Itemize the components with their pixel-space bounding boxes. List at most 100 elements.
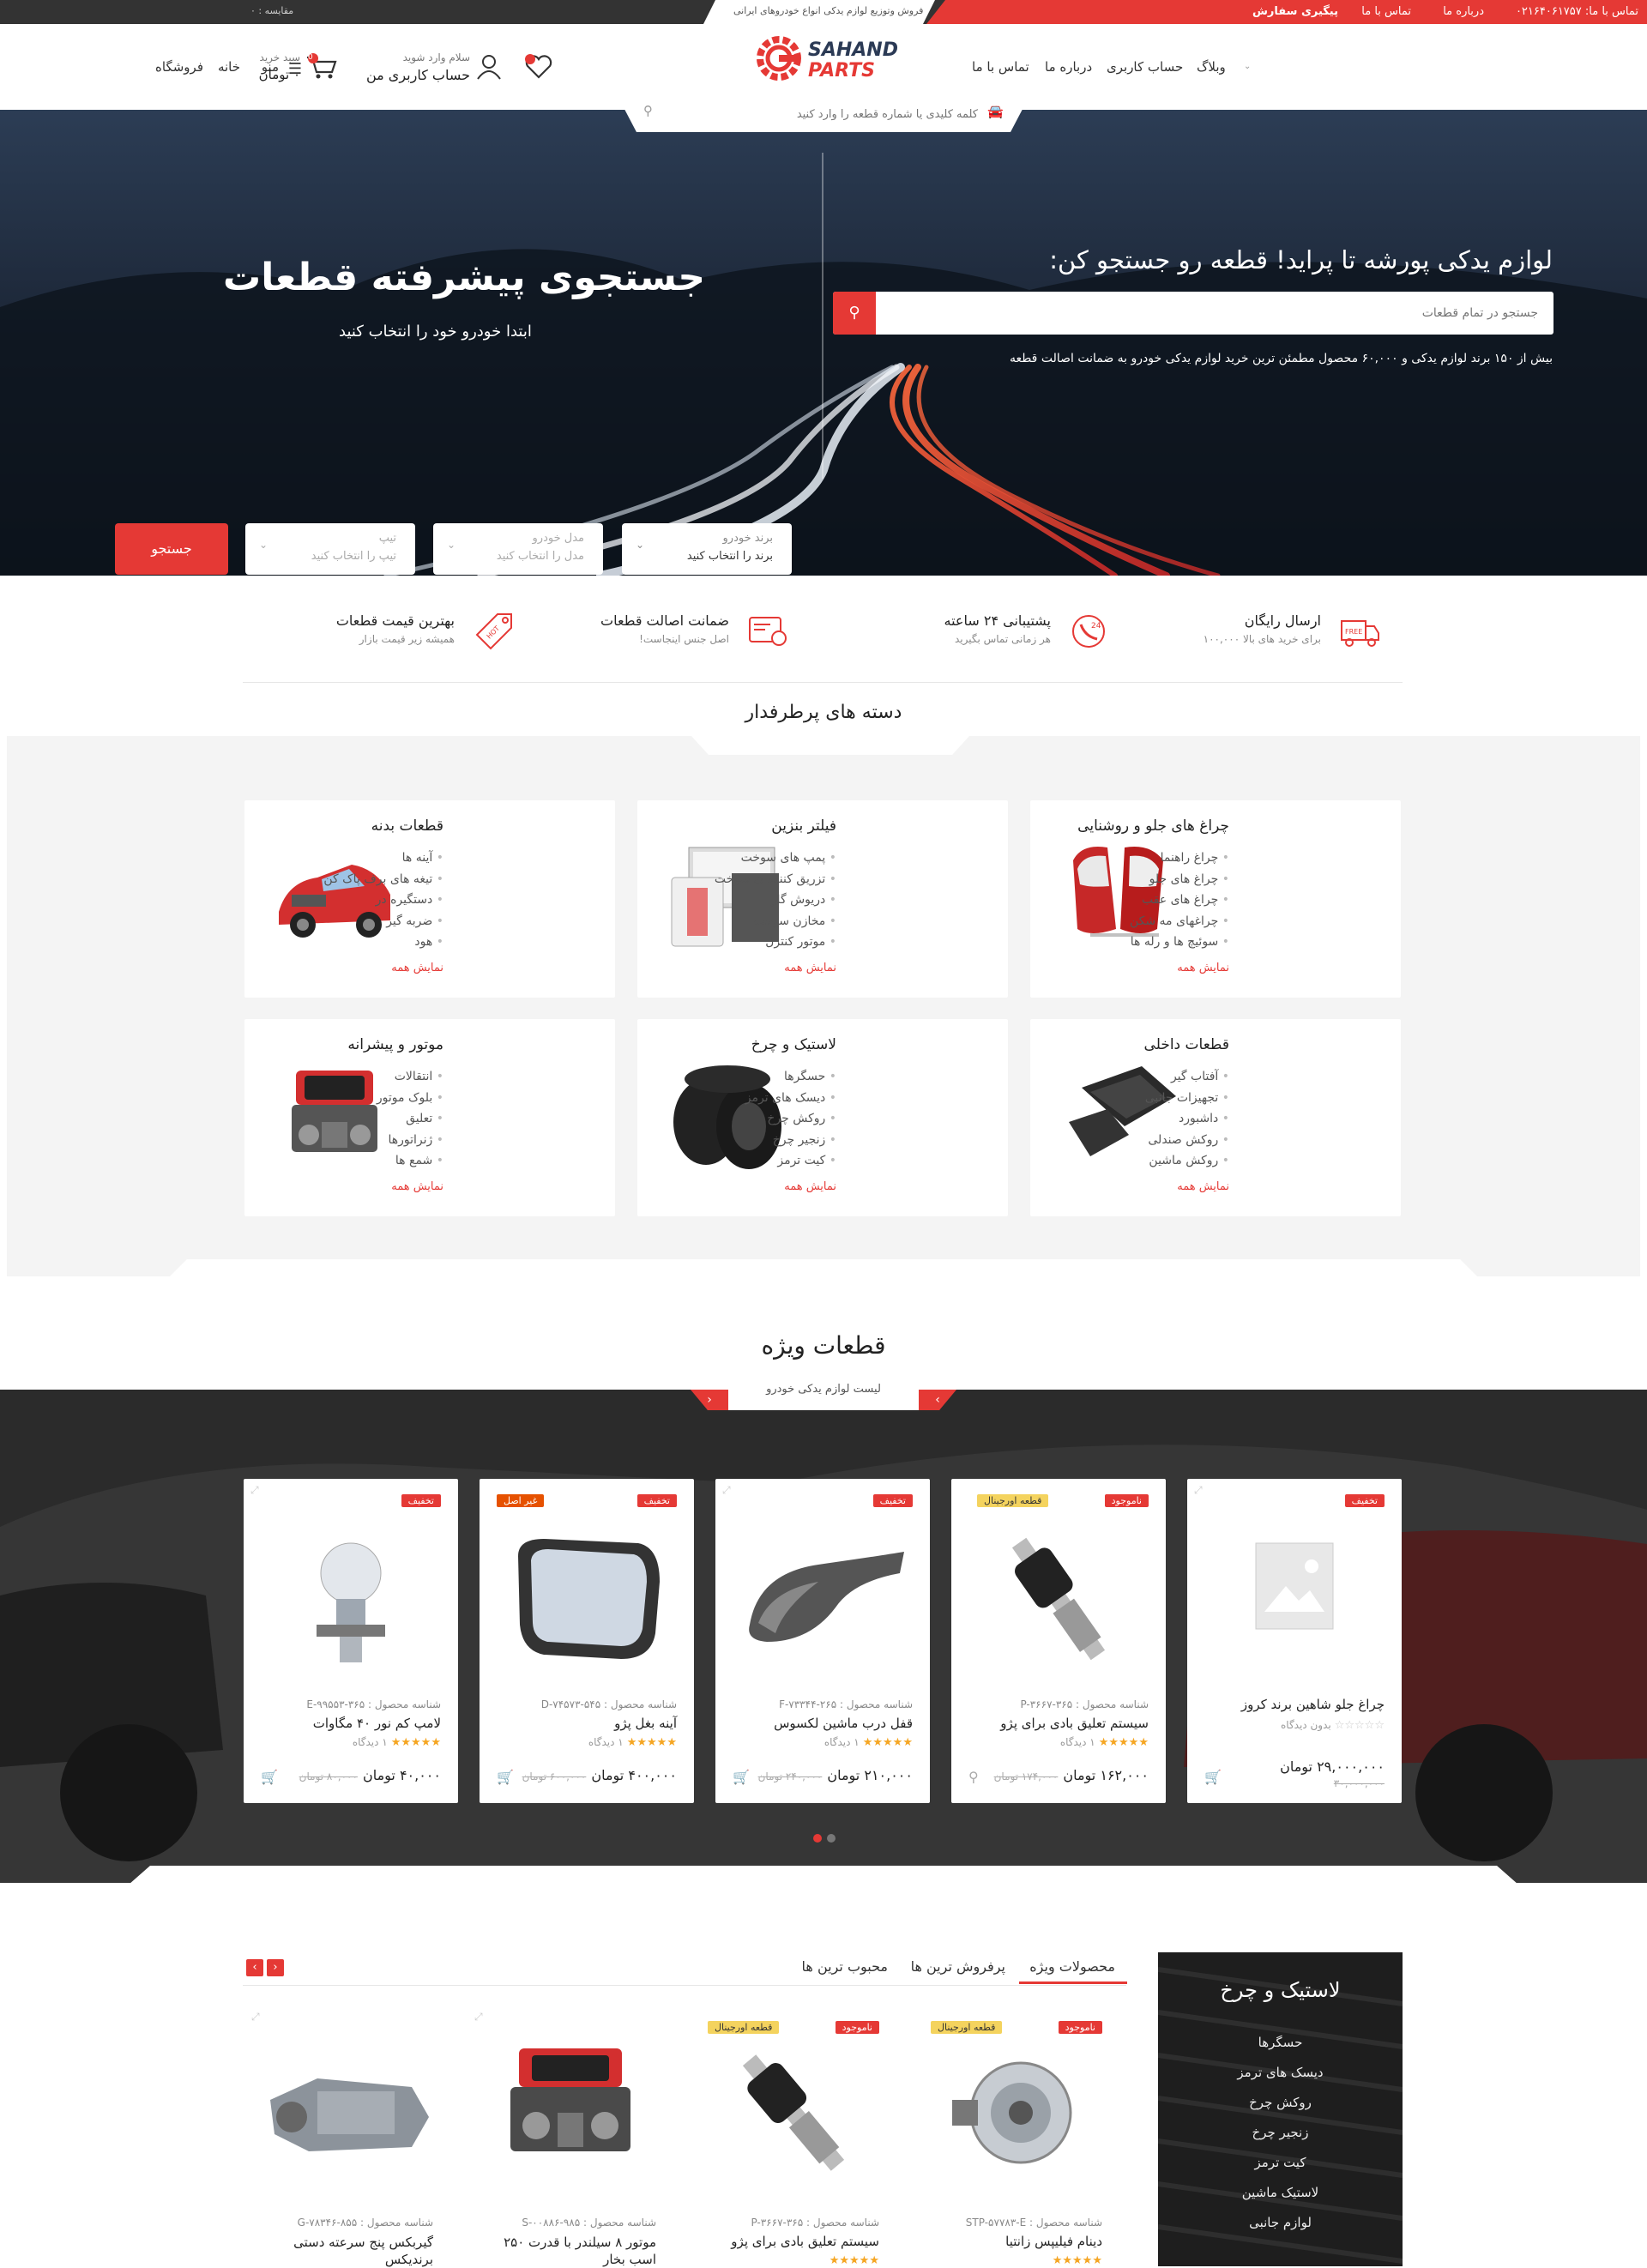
add-to-cart-icon[interactable]: 🛒 [1204,1769,1222,1785]
topbar-about[interactable]: درباره ما [1443,5,1484,18]
category-card-tires[interactable]: لاستیک و چرخ حسگرها دیسک های ترمز روکش چ… [637,1019,1008,1216]
category-card-interior[interactable]: قطعات داخلی آفتاب گیر تجهیزات جانبی داشب… [1030,1019,1401,1216]
category-item[interactable]: تیغه های برف پاک کن [323,869,443,890]
tab-special-products[interactable]: محصولات ویژه [1029,1958,1115,1975]
product-name[interactable]: دینام فیلیپس زانتیا [1005,2234,1102,2249]
expand-icon[interactable]: ⤢ [722,1484,731,1497]
product-card[interactable]: ناموجود قطعه اورجینال شناسه محصول : STP-… [914,2006,1119,2267]
category-item[interactable]: تزریق کننده ی سوخت [715,869,836,890]
expand-icon[interactable]: ⤢ [251,2011,260,2024]
nav-contact[interactable]: تماس با ما [972,59,1029,75]
carousel-dot-active[interactable] [813,1834,822,1843]
carousel-dot[interactable] [827,1834,836,1843]
category-title[interactable]: موتور و پیشرانه [347,1036,443,1053]
add-to-cart-icon[interactable]: 🛒 [733,1769,750,1785]
bottom-prev-button[interactable]: ‹ [246,1959,263,1976]
category-title[interactable]: لاستیک و چرخ [751,1036,836,1053]
category-item[interactable]: داشبورد [1145,1108,1229,1130]
category-item[interactable]: چراغهای مه شکن [1130,911,1229,932]
category-item[interactable]: بلوک موتور [377,1088,443,1109]
user-icon[interactable] [476,53,502,81]
show-all-link[interactable]: نمایش همه [784,962,836,974]
product-name[interactable]: سیستم تعلیق بادی برای پژو [1000,1716,1149,1731]
product-card[interactable]: تخفیف ⤢ شناسه محصول : F-۷۳۳۴۴-۲۶۵ قفل در… [715,1479,930,1803]
hero-search-input[interactable] [878,292,1538,335]
product-card[interactable]: تخفیف ⤢ چراغ جلو شاهین برند کروز ☆☆☆☆☆بد… [1187,1479,1402,1803]
show-all-link[interactable]: نمایش همه [391,962,443,974]
product-card[interactable]: ⤢ شناسه محصول : S-۰۰۸۸۶-۹۸۵ موتور ۸ سیلن… [468,2006,673,2268]
product-card[interactable]: ⤢ شناسه محصول : G-۷۸۳۴۶-۸۵۵ گیربکس پنج س… [244,2006,450,2268]
nav-blog[interactable]: وبلاگ [1197,59,1226,75]
category-item[interactable]: روکش ماشین [1145,1150,1229,1172]
logo[interactable]: SAHAND PARTS [755,33,898,84]
expand-icon[interactable]: ⤢ [1194,1484,1203,1497]
category-title[interactable]: قطعات داخلی [1144,1036,1229,1053]
bottom-next-button[interactable]: › [267,1959,284,1976]
product-name[interactable]: موتور ۸ سیلندر با قدرت ۲۵۰ اسب بخار [485,2234,656,2268]
account-label[interactable]: حساب کاربری من [352,67,470,83]
topbar-compare[interactable]: مقایسه : ۰ [250,5,293,16]
category-item[interactable]: کیت ترمز [745,1150,836,1172]
sidebar-link[interactable]: روکش چرخ [1158,2095,1403,2110]
category-item[interactable]: چراغ های جلو [1130,869,1229,890]
nav-home[interactable]: خانه [218,59,240,75]
category-card-engine[interactable]: موتور و پیشرانه انتقالات بلوک موتور تعلی… [244,1019,615,1216]
sidebar-link[interactable]: لوازم جانبی [1158,2215,1403,2230]
expand-icon[interactable]: ⤢ [250,1484,259,1497]
sidebar-link[interactable]: کیت ترمز [1158,2155,1403,2170]
category-item[interactable]: ضربه گیر [323,911,443,932]
product-name[interactable]: سیستم تعلیق بادی برای پژو [731,2234,879,2249]
category-item[interactable]: دریوش گاز [715,890,836,911]
product-name[interactable]: گیربکس پنج سرعته دستی برندیکس [262,2234,433,2268]
nav-account[interactable]: حساب کاربری [1107,59,1183,75]
category-card-lights[interactable]: چراغ های جلو و روشنایی چراغ راهنما چراغ … [1030,800,1401,998]
tab-best-sellers[interactable]: پرفروش ترین ها [911,1958,1005,1975]
category-item[interactable]: دستگیره در [323,890,443,911]
product-name[interactable]: قفل درب ماشین لکسوس [774,1716,913,1731]
advanced-search-button[interactable]: جستجو [115,523,228,575]
category-item[interactable]: چراغ های عقب [1130,890,1229,911]
category-title[interactable]: فیلتر بنزین [771,817,836,835]
category-card-fuel-filter[interactable]: فیلتر بنزین پمپ های سوخت تزریق کننده ی س… [637,800,1008,998]
show-all-link[interactable]: نمایش همه [784,1180,836,1193]
topbar-contact[interactable]: تماس با ما [1361,5,1411,18]
nav-about[interactable]: درباره ما [1045,59,1092,75]
show-all-link[interactable]: نمایش همه [391,1180,443,1193]
product-card[interactable]: تخفیف ⤢ شناسه محصول : E-۹۹۵۵۳-۳۶۵ لامپ ک… [244,1479,458,1803]
add-to-cart-icon[interactable]: 🛒 [497,1769,514,1785]
category-item[interactable]: سوئیچ ها و رله ها [1130,932,1229,953]
type-select[interactable]: تیپ تیپ را انتخاب کنید ⌄ [245,523,415,575]
sidebar-link[interactable]: حسگرها [1158,2035,1403,2050]
topbar-track-order[interactable]: پیگیری سفارش [1252,5,1338,18]
category-item[interactable]: تجهیزات جانبی [1145,1088,1229,1109]
category-item[interactable]: ژنراتورها [377,1130,443,1151]
category-item[interactable]: زنجیر چرخ [745,1130,836,1151]
sidebar-link[interactable]: زنجیر چرخ [1158,2125,1403,2140]
search-icon[interactable]: ⚲ [968,1769,979,1785]
category-item[interactable]: آفتاب گیر [1145,1066,1229,1088]
heart-icon[interactable] [523,53,554,81]
show-all-link[interactable]: نمایش همه [1177,1180,1229,1193]
sidebar-link[interactable]: لاستیک ماشین [1158,2185,1403,2200]
product-name[interactable]: آینه بغل پژو [614,1716,677,1731]
show-all-link[interactable]: نمایش همه [1177,962,1229,974]
product-card[interactable]: ناموجود قطعه اورجینال شناسه محصول : P-۳۶… [691,2006,896,2267]
category-item[interactable]: چراغ راهنما [1130,847,1229,869]
category-item[interactable]: دیسک های ترمز [745,1088,836,1109]
category-item[interactable]: مخازن سوخت [715,911,836,932]
category-item[interactable]: آینه ها [323,847,443,869]
category-item[interactable]: موتور کنترل [715,932,836,953]
model-select[interactable]: مدل خودرو مدل را انتخاب کنید ⌄ [433,523,603,575]
sidebar-link[interactable]: دیسک های ترمز [1158,2065,1403,2080]
product-card[interactable]: تخفیف غیر اصل شناسه محصول : D-۷۴۵۷۳-۵۴۵ … [480,1479,694,1803]
tab-popular[interactable]: محبوب ترین ها [802,1958,888,1975]
hero-search-button[interactable]: ⚲ [833,292,876,335]
category-title[interactable]: قطعات بدنه [371,817,443,835]
category-item[interactable]: پمپ های سوخت [715,847,836,869]
category-item[interactable]: روکش صندلی [1145,1130,1229,1151]
category-title[interactable]: چراغ های جلو و روشنایی [1077,817,1229,835]
header-search-input[interactable] [669,101,978,127]
category-card-body[interactable]: قطعات بدنه آینه ها تیغه های برف پاک کن د… [244,800,615,998]
add-to-cart-icon[interactable]: 🛒 [261,1769,278,1785]
expand-icon[interactable]: ⤢ [474,2011,483,2024]
